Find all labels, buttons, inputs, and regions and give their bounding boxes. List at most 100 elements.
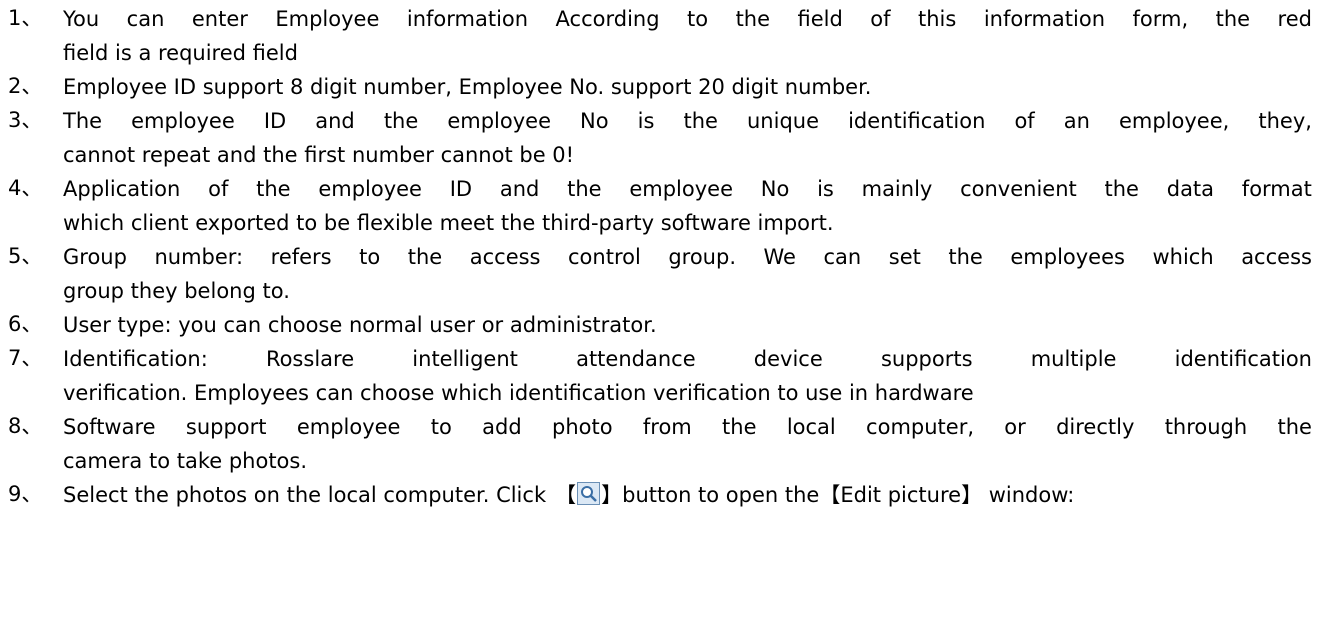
word: field — [797, 7, 843, 31]
word: refers — [270, 245, 332, 269]
word: employee — [131, 109, 235, 133]
word: employee — [318, 177, 422, 201]
item-body: Group number: refers to the access control grou… — [63, 240, 1312, 308]
word: You — [63, 7, 100, 31]
word: the — [256, 177, 291, 201]
word: number: — [154, 245, 244, 269]
word: employee, — [1118, 109, 1230, 133]
word: the — [383, 109, 419, 133]
list-item-1: 1、 You can enter Employee information Accordin… — [8, 2, 1312, 70]
word: convenient — [960, 177, 1077, 201]
item-line: You can enter Employee information According t… — [63, 2, 1312, 36]
word: they, — [1258, 109, 1312, 133]
word: format — [1241, 177, 1312, 201]
item-body: Application of the employee ID and the employee… — [63, 172, 1312, 240]
list-item-4: 4、 Application of the employee ID and the employ… — [8, 172, 1312, 240]
item-line: Employee ID support 8 digit number, Empl… — [63, 70, 1312, 104]
item-body: Employee ID support 8 digit number, Empl… — [63, 70, 1312, 104]
word: form, — [1132, 7, 1189, 31]
magnifier-icon — [577, 482, 601, 505]
item-line: The employee ID and the employee No is the unique… — [63, 104, 1312, 138]
item-number: 6、 — [8, 312, 43, 336]
bracket-open: 【 — [819, 483, 841, 507]
list-item-8: 8、 Software support employee to add photo from t… — [8, 410, 1312, 478]
word: According — [555, 7, 660, 31]
word: We — [763, 245, 796, 269]
word: Software — [63, 415, 156, 439]
list-item-9: 9、 Select the photos on the local comput… — [0, 478, 1326, 512]
document: 1、 You can enter Employee information Accordin… — [0, 0, 1326, 478]
word: photo — [552, 415, 613, 439]
item-body: You can enter Employee information According t… — [63, 2, 1312, 70]
window-name: Edit picture — [840, 483, 962, 507]
bracket-close: 】 — [601, 483, 623, 507]
item-line: User type: you can choose normal user or… — [63, 308, 1312, 342]
item-number: 7、 — [8, 346, 43, 370]
word: identification — [848, 109, 986, 133]
word: which — [1152, 245, 1214, 269]
item-number: 5、 — [8, 244, 43, 268]
item-body: Identification: Rosslare intelligent attend… — [63, 342, 1312, 410]
word: the — [722, 415, 757, 439]
word: of — [870, 7, 891, 31]
item-body: Software support employee to add photo from the… — [63, 410, 1312, 478]
word: from — [642, 415, 692, 439]
word: the — [1104, 177, 1139, 201]
browse-photo-reference: 【】button to open the【Edit picture】 windo… — [555, 478, 1074, 512]
word: unique — [747, 109, 820, 133]
word: of — [1014, 109, 1035, 133]
word: Employee — [275, 7, 380, 31]
item-number: 2、 — [8, 74, 43, 98]
word: device — [753, 347, 823, 371]
item-line: which client exported to be flexible mee… — [63, 211, 834, 235]
list-item-5: 5、 Group number: refers to the access control gr… — [8, 240, 1312, 308]
word: to — [687, 7, 709, 31]
item-line: group they belong to. — [63, 279, 290, 303]
word: computer, — [866, 415, 974, 439]
word: the — [948, 245, 983, 269]
word: can — [823, 245, 862, 269]
word: employee — [447, 109, 551, 133]
list-item-3: 3、 The employee ID and the employee No is the uniq… — [8, 104, 1312, 172]
word: information — [983, 7, 1106, 31]
item-line: Identification: Rosslare intelligent attend… — [63, 342, 1312, 376]
word: is — [637, 109, 655, 133]
word: the — [567, 177, 602, 201]
word: directly — [1056, 415, 1135, 439]
word: the — [683, 109, 718, 133]
word: the — [407, 245, 443, 269]
word: of — [208, 177, 229, 201]
word: Group — [63, 245, 127, 269]
item-line: verification. Employees can choose which… — [63, 381, 974, 405]
item-body: Select the photos on the local computer.… — [63, 478, 1326, 512]
item-body: The employee ID and the employee No is the unique… — [63, 104, 1312, 172]
item-number: 4、 — [8, 176, 43, 200]
list-item-6: 6、 User type: you can choose normal user … — [8, 308, 1312, 342]
item-text: window: — [982, 483, 1075, 507]
item-number: 3、 — [8, 108, 43, 132]
word: to — [359, 245, 381, 269]
item-body: User type: you can choose normal user or… — [63, 308, 1312, 342]
item-line: cannot repeat and the first number canno… — [63, 143, 575, 167]
word: the — [1215, 7, 1251, 31]
word: to — [430, 415, 452, 439]
word: data — [1166, 177, 1215, 201]
word: the — [1277, 415, 1312, 439]
word: Identification: — [63, 347, 208, 371]
item-line: Application of the employee ID and the employee… — [63, 172, 1312, 206]
item-number: 9、 — [8, 482, 43, 506]
word: employee — [629, 177, 734, 201]
word: No — [580, 109, 609, 133]
word: group. — [668, 245, 736, 269]
item-line: Software support employee to add photo from the… — [63, 410, 1312, 444]
bracket-open: 【 — [555, 483, 577, 507]
word: is — [817, 177, 834, 201]
word: User type: you can choose normal user or… — [63, 313, 657, 337]
word: this — [918, 7, 957, 31]
word: ID — [449, 177, 473, 201]
word: an — [1063, 109, 1090, 133]
word: attendance — [576, 347, 696, 371]
list-item-2: 2、 Employee ID support 8 digit number, Em… — [8, 70, 1312, 104]
word: red — [1277, 7, 1312, 31]
word: enter — [191, 7, 248, 31]
